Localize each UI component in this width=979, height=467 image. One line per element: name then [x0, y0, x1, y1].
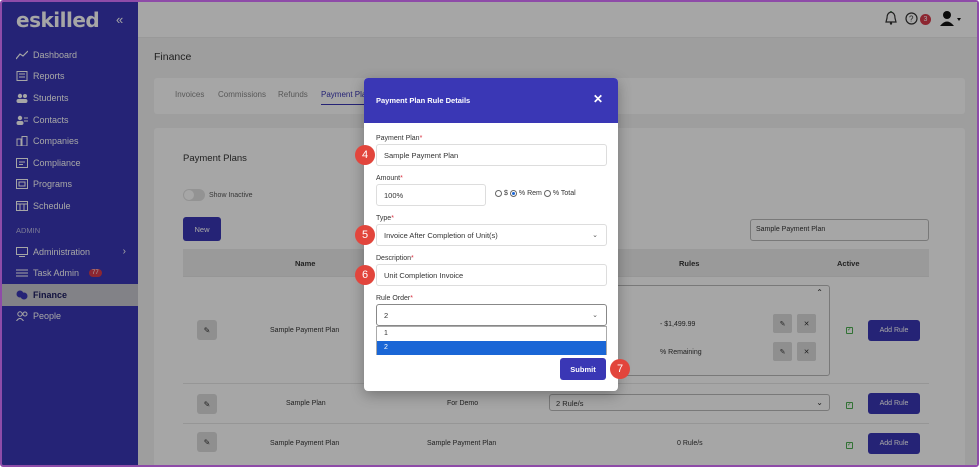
payment-plan-rule-modal: Payment Plan Rule Details ✕ Payment Plan… — [364, 78, 618, 391]
description-label: Description* — [376, 255, 414, 262]
app-frame: eskilled « Dashboard Reports Students Co… — [0, 0, 979, 467]
step-callout-5: 5 — [355, 225, 375, 245]
radio-rem[interactable] — [509, 190, 517, 197]
rule-order-option[interactable]: 1 — [377, 327, 606, 341]
chevron-down-icon: ⌄ — [592, 312, 598, 319]
modal-title: Payment Plan Rule Details — [376, 96, 471, 105]
submit-button[interactable]: Submit — [560, 358, 606, 380]
rule-order-dropdown: 1 2 — [376, 326, 607, 355]
amount-type-radios: $ % Rem % Total — [495, 190, 576, 197]
payment-plan-label: Payment Plan* — [376, 135, 423, 142]
step-callout-6: 6 — [355, 265, 375, 285]
radio-dollar[interactable] — [495, 190, 502, 197]
amount-label: Amount* — [376, 175, 403, 182]
rule-order-label: Rule Order* — [376, 295, 413, 302]
step-callout-4: 4 — [355, 145, 375, 165]
modal-header: Payment Plan Rule Details ✕ — [364, 78, 618, 123]
type-label: Type* — [376, 215, 394, 222]
payment-plan-field[interactable]: Sample Payment Plan — [376, 144, 607, 166]
radio-total[interactable] — [543, 190, 551, 197]
chevron-down-icon: ⌄ — [592, 232, 598, 239]
description-field[interactable]: Unit Completion Invoice — [376, 264, 607, 286]
rule-order-option-selected[interactable]: 2 — [377, 341, 606, 355]
type-select[interactable]: Invoice After Completion of Unit(s) ⌄ — [376, 224, 607, 246]
amount-field[interactable]: 100% — [376, 184, 486, 206]
step-callout-7: 7 — [610, 359, 630, 379]
close-icon[interactable]: ✕ — [593, 92, 603, 106]
rule-order-select[interactable]: 2 ⌄ — [376, 304, 607, 326]
